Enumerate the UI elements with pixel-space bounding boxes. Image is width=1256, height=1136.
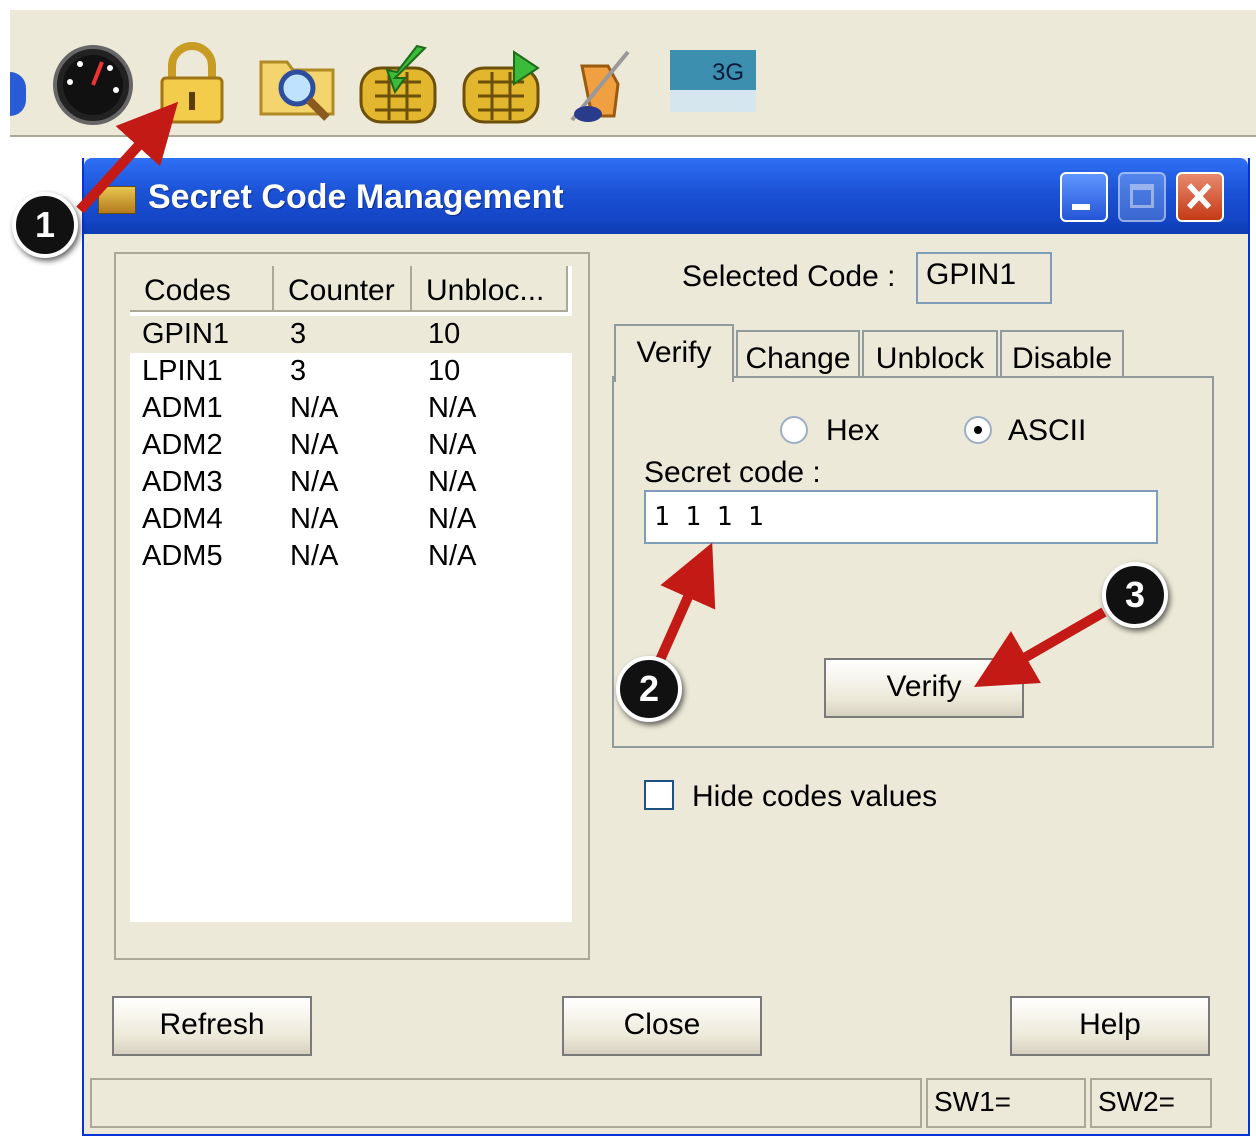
code-counter: 3 xyxy=(290,318,307,350)
tab-verify[interactable]: Verify xyxy=(614,324,734,382)
toolbar-left-edge xyxy=(10,72,26,116)
secret-code-dialog: Secret Code Management Codes Counter Unb… xyxy=(82,158,1250,1136)
verify-button[interactable]: Verify xyxy=(824,658,1024,718)
column-header-counter[interactable]: Counter xyxy=(274,266,412,312)
code-counter: N/A xyxy=(290,429,339,461)
code-name: ADM2 xyxy=(142,429,223,461)
close-button[interactable]: Close xyxy=(562,996,762,1056)
app-icon xyxy=(98,186,136,214)
code-name: ADM3 xyxy=(142,466,223,498)
toolbar: 3G xyxy=(10,10,1256,137)
3g-badge-text: 3G xyxy=(712,59,744,86)
column-header-unblock[interactable]: Unbloc... xyxy=(412,266,568,312)
code-unblock: N/A xyxy=(428,429,477,461)
code-counter: N/A xyxy=(290,392,339,424)
minimize-icon xyxy=(1072,204,1090,210)
minimize-button[interactable] xyxy=(1060,172,1108,222)
hide-codes-label: Hide codes values xyxy=(692,780,938,813)
padlock-icon[interactable] xyxy=(150,42,236,128)
secret-code-input[interactable]: 1 1 1 1 xyxy=(644,490,1158,544)
sim-card-export-icon[interactable] xyxy=(458,42,544,128)
list-item[interactable]: LPIN1 3 10 xyxy=(130,353,572,390)
folder-search-icon[interactable] xyxy=(255,42,341,128)
code-counter: N/A xyxy=(290,540,339,572)
code-counter: N/A xyxy=(290,503,339,535)
hide-codes-checkbox[interactable] xyxy=(644,780,674,810)
list-item[interactable]: ADM2 N/A N/A xyxy=(130,427,572,464)
tab-change[interactable]: Change xyxy=(736,330,860,380)
code-unblock: 10 xyxy=(428,318,461,350)
code-unblock: N/A xyxy=(428,466,477,498)
code-unblock: 10 xyxy=(428,355,461,387)
code-counter: N/A xyxy=(290,466,339,498)
column-header-codes[interactable]: Codes xyxy=(130,266,274,312)
status-pane-main xyxy=(90,1078,922,1128)
3g-card-icon[interactable]: 3G xyxy=(670,50,756,112)
ascii-radio-label: ASCII xyxy=(1008,414,1087,447)
radio-selected-dot xyxy=(974,426,982,434)
close-icon xyxy=(1186,183,1212,209)
maximize-button xyxy=(1118,172,1166,222)
list-item[interactable]: ADM4 N/A N/A xyxy=(130,501,572,538)
list-item[interactable]: GPIN1 3 10 xyxy=(130,316,572,353)
status-sw2: SW2= xyxy=(1090,1078,1212,1128)
list-item[interactable]: ADM1 N/A N/A xyxy=(130,390,572,427)
status-sw1: SW1= xyxy=(926,1078,1086,1128)
maximize-icon xyxy=(1130,184,1154,208)
title-bar[interactable]: Secret Code Management xyxy=(84,158,1248,234)
code-counter: 3 xyxy=(290,355,307,387)
secret-code-label: Secret code : xyxy=(644,456,821,489)
selected-code-label: Selected Code : xyxy=(682,260,896,293)
help-button[interactable]: Help xyxy=(1010,996,1210,1056)
status-bar: SW1= SW2= xyxy=(84,1078,1248,1132)
dialog-title: Secret Code Management xyxy=(148,178,564,216)
list-item[interactable]: ADM3 N/A N/A xyxy=(130,464,572,501)
ascii-radio[interactable] xyxy=(964,416,992,444)
speed-gauge-icon[interactable] xyxy=(50,42,136,128)
annotation-badge-2: 2 xyxy=(616,656,682,722)
list-item[interactable]: ADM5 N/A N/A xyxy=(130,538,572,575)
hex-radio-label: Hex xyxy=(826,414,880,447)
close-window-button[interactable] xyxy=(1176,172,1224,222)
annotation-badge-1: 1 xyxy=(12,192,78,258)
code-unblock: N/A xyxy=(428,392,477,424)
code-unblock: N/A xyxy=(428,503,477,535)
refresh-button[interactable]: Refresh xyxy=(112,996,312,1056)
selected-code-field: GPIN1 xyxy=(916,252,1052,304)
sim-card-import-icon[interactable] xyxy=(355,42,441,128)
code-name: ADM5 xyxy=(142,540,223,572)
code-name: GPIN1 xyxy=(142,318,230,350)
code-name: LPIN1 xyxy=(142,355,223,387)
code-name: ADM1 xyxy=(142,392,223,424)
hex-radio[interactable] xyxy=(780,416,808,444)
tab-disable[interactable]: Disable xyxy=(1000,330,1124,380)
codes-list[interactable]: Codes Counter Unbloc... GPIN1 3 10 LPIN1… xyxy=(130,266,572,922)
annotation-badge-3: 3 xyxy=(1102,562,1168,628)
code-unblock: N/A xyxy=(428,540,477,572)
tools-icon[interactable] xyxy=(558,42,644,128)
tab-unblock[interactable]: Unblock xyxy=(862,330,998,380)
code-name: ADM4 xyxy=(142,503,223,535)
